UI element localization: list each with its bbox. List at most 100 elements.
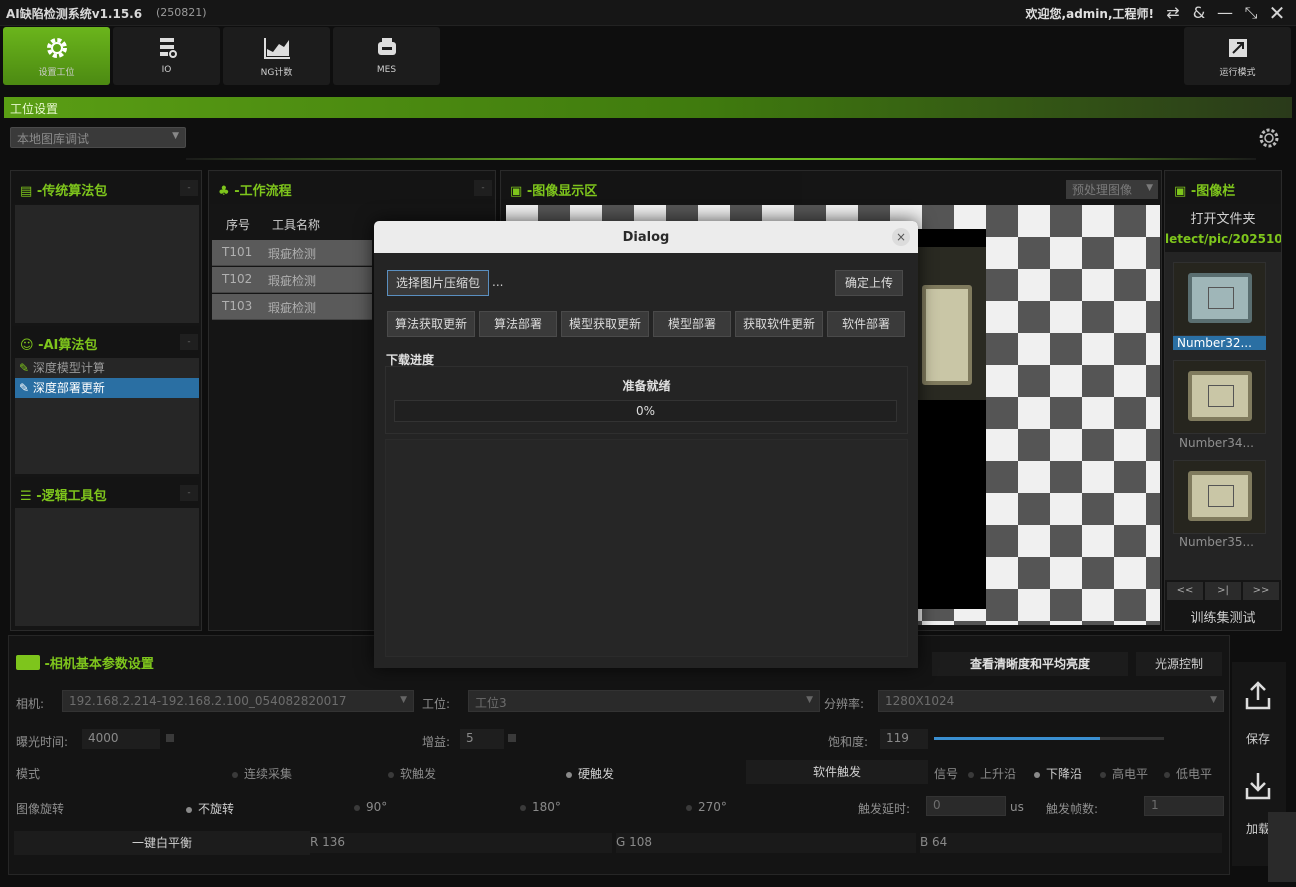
collapse-button[interactable]: - <box>180 334 198 350</box>
rotate-270-radio[interactable]: 270° <box>686 800 727 814</box>
model-fetch-update-button[interactable]: 模型获取更新 <box>561 311 649 337</box>
preprocess-select[interactable]: 预处理图像 ▼ <box>1066 180 1158 199</box>
g-spinbox[interactable]: G 108 <box>616 833 916 853</box>
saturation-spinbox[interactable]: 119 <box>880 729 928 749</box>
minimize-icon[interactable]: — <box>1214 2 1236 24</box>
floating-tool-strip[interactable] <box>1268 812 1296 882</box>
rotate-label: 图像旋转 <box>16 802 65 816</box>
trigger-delay-value: 0 <box>933 798 941 812</box>
edge-rising-radio[interactable]: 上升沿 <box>968 765 1016 782</box>
collapse-button[interactable]: - <box>180 485 198 501</box>
confirm-upload-button[interactable]: 确定上传 <box>835 270 903 296</box>
algo-fetch-update-button[interactable]: 算法获取更新 <box>387 311 475 337</box>
settings-gear-icon[interactable] <box>1257 126 1281 150</box>
check-clarity-button[interactable]: 查看清晰度和平均亮度 <box>932 652 1128 676</box>
traditional-list <box>15 205 199 323</box>
upload-icon[interactable] <box>1243 680 1273 712</box>
light-control-button[interactable]: 光源控制 <box>1136 652 1222 676</box>
saturation-slider[interactable] <box>934 737 1164 740</box>
software-fetch-update-button[interactable]: 获取软件更新 <box>735 311 823 337</box>
mode-hard-trigger-radio[interactable]: 硬触发 <box>566 765 614 782</box>
slider-handle[interactable] <box>166 734 174 742</box>
edge-low-radio[interactable]: 低电平 <box>1164 765 1212 782</box>
image-bar-header: ▣ -图像栏 <box>1166 172 1280 204</box>
edge-high-radio[interactable]: 高电平 <box>1100 765 1148 782</box>
switch-user-icon[interactable]: ⇄ <box>1162 2 1184 24</box>
radio-dot <box>1034 771 1040 778</box>
station-select[interactable]: 工位3 ▼ <box>468 690 820 712</box>
rotate-90-radio[interactable]: 90° <box>354 800 387 814</box>
mode-soft-trigger-radio[interactable]: 软触发 <box>388 765 436 782</box>
g-value: G 108 <box>616 835 653 849</box>
user-icon[interactable]: & <box>1188 2 1210 24</box>
app-build: (250821) <box>156 6 207 19</box>
thumbnail[interactable] <box>1173 262 1266 336</box>
progress-bar: 0% <box>394 400 897 422</box>
last-page-button[interactable]: >> <box>1243 582 1279 600</box>
run-mode-button[interactable]: 运行模式 <box>1184 27 1291 85</box>
run-mode-icon <box>1228 39 1247 57</box>
model-deploy-button[interactable]: 模型部署 <box>653 311 731 337</box>
algo-deploy-button[interactable]: 算法部署 <box>479 311 557 337</box>
thumbnail[interactable] <box>1173 360 1266 434</box>
signal-label: 信号 <box>934 767 959 781</box>
download-icon[interactable] <box>1243 770 1273 802</box>
image-icon: ▣ <box>510 184 523 199</box>
gain-spinbox[interactable]: 5 <box>460 729 504 749</box>
tab-station-settings[interactable]: 设置工位 <box>3 27 110 85</box>
thumbnail-label: Number35... <box>1179 535 1254 549</box>
column-header: 序号 <box>226 218 251 232</box>
tab-mes[interactable]: MES <box>333 27 440 85</box>
radio-dot <box>232 771 238 778</box>
open-folder-button[interactable]: 打开文件夹 <box>1170 208 1276 227</box>
white-balance-button[interactable]: 一键白平衡 <box>14 831 310 855</box>
camera-select[interactable]: 192.168.2.214-192.168.2.100_054082820017… <box>62 690 414 712</box>
thumbnail[interactable] <box>1173 460 1266 534</box>
close-icon[interactable]: ✕ <box>1266 2 1288 24</box>
r-spinbox[interactable]: R 136 <box>310 833 612 853</box>
plug-icon: ✎ <box>19 381 30 395</box>
mode-continuous-radio[interactable]: 连续采集 <box>232 765 292 782</box>
radio-dot <box>686 804 692 811</box>
chart-icon <box>263 38 290 59</box>
edge-falling-radio[interactable]: 下降沿 <box>1034 765 1082 782</box>
workflow-panel-header: ♣ -工作流程 <box>210 172 494 204</box>
radio-dot <box>388 771 394 778</box>
radio-dot <box>520 804 526 811</box>
slider-handle[interactable] <box>508 734 516 742</box>
rotate-none-radio[interactable]: 不旋转 <box>186 800 234 817</box>
software-trigger-button[interactable]: 软件触发 <box>746 760 928 784</box>
tab-io[interactable]: IO <box>113 27 220 85</box>
software-deploy-button[interactable]: 软件部署 <box>827 311 905 337</box>
list-item-selected[interactable]: ✎ 深度部署更新 <box>15 378 199 398</box>
camera-label: 相机: <box>16 697 45 711</box>
restore-icon[interactable]: ⤡ <box>1240 2 1262 24</box>
image-icon: ▣ <box>1174 184 1187 199</box>
trigger-frames-input[interactable]: 1 <box>1144 796 1224 816</box>
table-row[interactable]: T101 瑕疵检测 <box>212 240 372 266</box>
b-spinbox[interactable]: B 64 <box>920 833 1222 853</box>
trigger-delay-input[interactable]: 0 <box>926 796 1006 816</box>
first-page-button[interactable]: << <box>1167 582 1203 600</box>
log-area[interactable] <box>385 439 908 657</box>
exposure-label: 曝光时间: <box>16 735 69 749</box>
exposure-spinbox[interactable]: 4000 <box>82 729 160 749</box>
next-page-button[interactable]: >| <box>1205 582 1241 600</box>
tab-label: 设置工位 <box>38 68 75 78</box>
rotate-180-radio[interactable]: 180° <box>520 800 561 814</box>
table-row[interactable]: T102 瑕疵检测 <box>212 267 372 293</box>
dialog-close-icon[interactable]: × <box>892 228 910 246</box>
resolution-label: 分辨率: <box>824 697 865 711</box>
station-label: 工位: <box>422 697 451 711</box>
train-test-button[interactable]: 训练集测试 <box>1170 607 1276 626</box>
tab-label: NG计数 <box>260 68 293 78</box>
save-button[interactable]: 保存 <box>1232 730 1284 747</box>
mode-select[interactable]: 本地图库调试 ▼ <box>10 127 186 148</box>
list-item[interactable]: ✎ 深度模型计算 <box>15 358 199 378</box>
tab-ng-count[interactable]: NG计数 <box>223 27 330 85</box>
collapse-button[interactable]: - <box>180 180 198 196</box>
table-row[interactable]: T103 瑕疵检测 <box>212 294 372 320</box>
collapse-button[interactable]: - <box>474 180 492 196</box>
resolution-select[interactable]: 1280X1024 ▼ <box>878 690 1224 712</box>
select-zip-button[interactable]: 选择图片压缩包 <box>387 270 489 296</box>
